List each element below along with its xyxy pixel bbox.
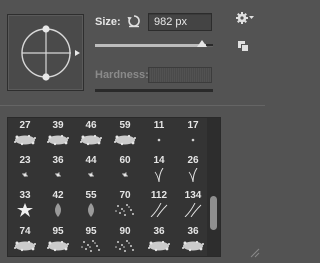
brush-preset-size: 26 <box>187 155 199 166</box>
brush-preset-starshape[interactable]: 33 <box>8 190 42 225</box>
hardness-input[interactable] <box>148 67 212 83</box>
dot-brush-tip-icon <box>191 138 195 142</box>
spatter-brush-tip-icon <box>80 134 102 146</box>
brush-preset-spatter[interactable]: 36 <box>176 226 210 256</box>
brush-preset-size: 59 <box>119 120 131 131</box>
brush-preset-leaf[interactable]: 42 <box>41 190 75 225</box>
grass-brush-tip-icon <box>154 168 164 182</box>
star-brush-tip-icon <box>22 172 28 177</box>
size-input[interactable]: 982 px <box>148 13 212 31</box>
spatter-brush-tip-icon <box>47 134 69 146</box>
brush-preset-spatter[interactable]: 39 <box>41 120 75 155</box>
leaf-brush-tip-icon <box>55 203 61 217</box>
brush-preset-grass[interactable]: 26 <box>176 155 210 190</box>
star-brush-tip-icon <box>88 172 94 177</box>
brush-preset-blades[interactable]: 112 <box>142 190 176 225</box>
spatter-brush-tip-icon <box>14 134 36 146</box>
leaf-brush-tip-icon <box>88 203 94 217</box>
hardness-label: Hardness: <box>95 69 149 81</box>
brush-preset-size: 14 <box>153 155 165 166</box>
brush-preset-size: 44 <box>85 155 97 166</box>
spatter-brush-tip-icon <box>47 240 69 252</box>
brush-preset-size: 55 <box>85 190 97 201</box>
reset-size-icon[interactable] <box>127 14 141 28</box>
new-preset-icon[interactable] <box>238 41 248 51</box>
brush-preset-size: 134 <box>184 190 202 201</box>
spatter-brush-tip-icon <box>148 240 170 252</box>
dot-brush-tip-icon <box>157 138 161 142</box>
star-brush-tip-icon <box>122 172 128 177</box>
presets-scroll-thumb[interactable] <box>210 196 217 230</box>
brush-preset-size: 42 <box>52 190 64 201</box>
brush-preset-grass[interactable]: 14 <box>142 155 176 190</box>
brush-preset-grain[interactable]: 95 <box>74 226 108 256</box>
brush-preset-star[interactable]: 36 <box>41 155 75 190</box>
brush-preset-size: 23 <box>19 155 31 166</box>
brush-angle-preview[interactable] <box>7 14 84 91</box>
presets-scrollbar[interactable] <box>207 118 220 256</box>
grain-brush-tip-icon <box>115 240 134 252</box>
grass-brush-tip-icon <box>188 168 198 182</box>
brush-preset-size: 36 <box>153 226 165 237</box>
brush-preset-grain[interactable]: 70 <box>108 190 142 225</box>
brush-preset-spatter[interactable]: 74 <box>8 226 42 256</box>
brush-preset-star[interactable]: 23 <box>8 155 42 190</box>
hardness-slider-fill <box>95 89 213 92</box>
section-divider <box>0 105 265 106</box>
brush-preset-dot[interactable]: 11 <box>142 120 176 155</box>
brush-preset-size: 11 <box>153 120 165 131</box>
size-slider-fill <box>95 44 206 47</box>
brush-preset-blades[interactable]: 134 <box>176 190 210 225</box>
starshape-brush-tip-icon <box>17 203 33 217</box>
brush-preset-leaf[interactable]: 55 <box>74 190 108 225</box>
brush-preset-size: 36 <box>187 226 199 237</box>
spatter-brush-tip-icon <box>182 240 204 252</box>
brush-preset-size: 90 <box>119 226 131 237</box>
brush-preset-spatter[interactable]: 95 <box>41 226 75 256</box>
resize-grip-icon[interactable] <box>248 246 260 258</box>
brush-preset-size: 39 <box>52 120 64 131</box>
brush-preset-grain[interactable]: 90 <box>108 226 142 256</box>
brush-preset-size: 112 <box>150 190 168 201</box>
brush-preset-size: 95 <box>52 226 64 237</box>
brush-preset-dot[interactable]: 17 <box>176 120 210 155</box>
brush-preset-size: 33 <box>19 190 31 201</box>
brush-preset-spatter[interactable]: 46 <box>74 120 108 155</box>
blades-brush-tip-icon <box>184 203 202 217</box>
gear-icon[interactable] <box>236 11 256 25</box>
brush-preset-spatter[interactable]: 59 <box>108 120 142 155</box>
brush-preset-size: 46 <box>85 120 97 131</box>
brush-preset-size: 36 <box>52 155 64 166</box>
brush-tip-shape-icon <box>21 25 80 81</box>
brush-preset-size: 74 <box>19 226 31 237</box>
brush-preset-star[interactable]: 60 <box>108 155 142 190</box>
size-slider[interactable] <box>95 44 213 47</box>
size-label: Size: <box>95 16 121 28</box>
spatter-brush-tip-icon <box>114 134 136 146</box>
brush-preset-size: 27 <box>19 120 31 131</box>
brush-preset-spatter[interactable]: 36 <box>142 226 176 256</box>
brush-preset-star[interactable]: 44 <box>74 155 108 190</box>
blades-brush-tip-icon <box>150 203 168 217</box>
spatter-brush-tip-icon <box>14 240 36 252</box>
brush-preset-size: 95 <box>85 226 97 237</box>
brush-preset-size: 17 <box>187 120 199 131</box>
brush-panel: Size: 982 px Hardness: 27 39 46 59 11 17… <box>0 0 265 263</box>
brush-preset-spatter[interactable]: 27 <box>8 120 42 155</box>
grain-brush-tip-icon <box>81 240 100 252</box>
hardness-slider[interactable] <box>95 89 213 92</box>
grain-brush-tip-icon <box>115 204 134 216</box>
brush-preset-size: 60 <box>119 155 131 166</box>
brush-preset-size: 70 <box>119 190 131 201</box>
star-brush-tip-icon <box>55 172 61 177</box>
brush-presets-grid: 27 39 46 59 11 17 23 36 44 60 14 26 33 42 55 70 112 134 74… <box>7 117 221 257</box>
size-slider-thumb[interactable] <box>197 40 207 47</box>
